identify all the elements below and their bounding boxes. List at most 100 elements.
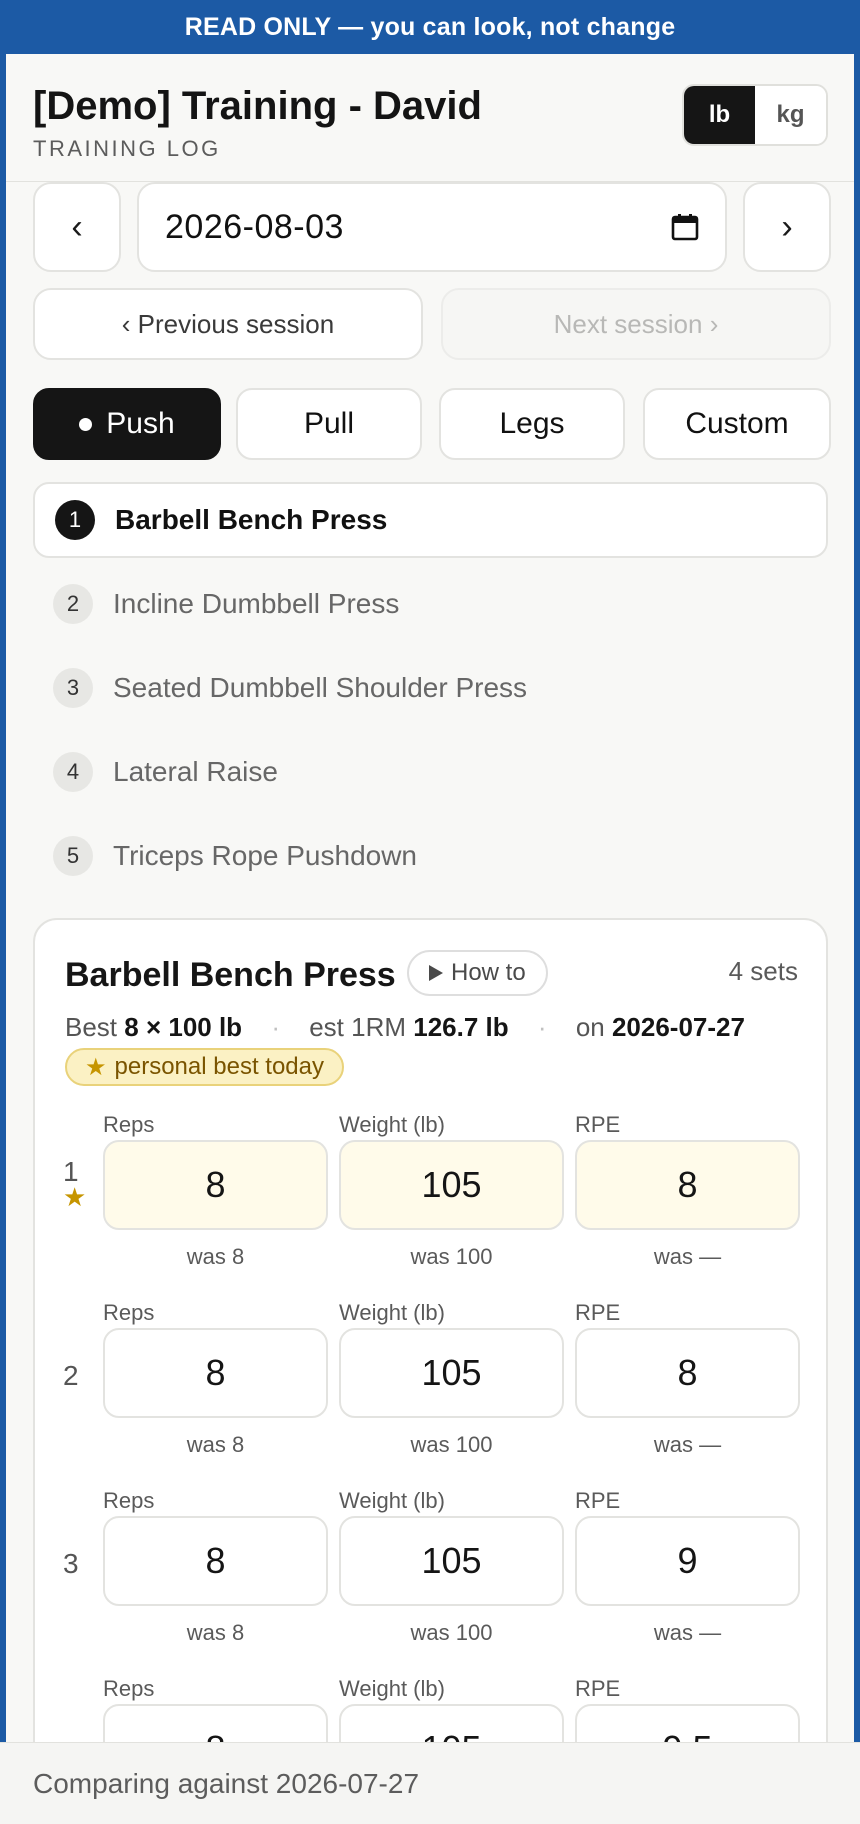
next-session-button: Next session › <box>441 288 831 360</box>
set-row: 3 Reps Weight (lb) RPE 8 105 9 was 8 was… <box>35 1488 826 1676</box>
play-icon <box>429 965 443 981</box>
exercise-number: 5 <box>53 836 93 876</box>
previous-session-button[interactable]: ‹ Previous session <box>33 288 423 360</box>
set-row: 4 Reps Weight (lb) RPE 8 105 9.5 <box>35 1676 826 1742</box>
main-content: ‹ 2026-08-03 › ‹ Previous session Next s… <box>6 182 854 1742</box>
rpe-label: RPE <box>575 1300 621 1325</box>
card-title: Barbell Bench Press <box>65 956 396 994</box>
exercise-card: Barbell Bench Press How to 4 sets Best 8… <box>33 918 828 1742</box>
exercise-item[interactable]: 3 Seated Dumbbell Shoulder Press <box>33 650 828 726</box>
unit-kg-button[interactable]: kg <box>755 86 826 144</box>
reps-label: Reps <box>103 1676 155 1701</box>
date-value: 2026-08-03 <box>165 207 344 246</box>
reps-label: Reps <box>103 1300 155 1325</box>
exercise-number: 4 <box>53 752 93 792</box>
page-subtitle: TRAINING LOG <box>33 136 221 161</box>
exercise-name: Seated Dumbbell Shoulder Press <box>113 672 528 703</box>
previous-weight: was 100 <box>410 1244 493 1269</box>
comparison-footer: Comparing against 2026-07-27 <box>0 1742 860 1824</box>
reps-input[interactable]: 8 <box>103 1140 328 1230</box>
rpe-input[interactable]: 8 <box>575 1328 800 1418</box>
separator-dot: · <box>271 1012 280 1042</box>
frame-border-right <box>854 54 860 1744</box>
est-1rm-label: est 1RM <box>309 1012 407 1042</box>
page-title: [Demo] Training - David <box>33 84 482 128</box>
previous-weight: was 100 <box>410 1620 493 1645</box>
rpe-label: RPE <box>575 1488 621 1513</box>
previous-rpe: was — <box>653 1432 722 1457</box>
weight-label: Weight (lb) <box>339 1112 445 1137</box>
exercise-number: 3 <box>53 668 93 708</box>
reps-label: Reps <box>103 1112 155 1137</box>
best-summary: Best 8 × 100 lb · est 1RM 126.7 lb · on … <box>65 1012 745 1043</box>
previous-rpe: was — <box>653 1244 722 1269</box>
reps-input[interactable]: 8 <box>103 1704 328 1742</box>
rpe-input[interactable]: 9 <box>575 1516 800 1606</box>
previous-weight: was 100 <box>410 1432 493 1457</box>
separator-dot: · <box>537 1012 547 1042</box>
pb-star-icon: ★ <box>63 1182 87 1212</box>
calendar-icon[interactable] <box>671 213 699 241</box>
session-navigation: ‹ Previous session Next session › <box>33 288 831 360</box>
weight-input[interactable]: 105 <box>339 1140 564 1230</box>
type-legs-button[interactable]: Legs <box>439 388 625 460</box>
set-number: 3 <box>63 1548 79 1579</box>
prev-day-button[interactable]: ‹ <box>33 182 121 272</box>
set-row: 2 Reps Weight (lb) RPE 8 105 8 was 8 was… <box>35 1300 826 1488</box>
personal-best-label: personal best today <box>114 1053 324 1080</box>
exercise-number: 1 <box>55 500 95 540</box>
exercise-name: Incline Dumbbell Press <box>113 588 400 619</box>
type-custom-button[interactable]: Custom <box>643 388 831 460</box>
previous-rpe: was — <box>653 1620 722 1645</box>
exercise-number: 2 <box>53 584 93 624</box>
exercise-item[interactable]: 5 Triceps Rope Pushdown <box>33 818 828 894</box>
on-label: on <box>575 1012 605 1042</box>
how-to-button[interactable]: How to <box>407 950 548 996</box>
exercise-name: Lateral Raise <box>113 756 278 787</box>
weight-input[interactable]: 105 <box>339 1516 564 1606</box>
exercise-name: Triceps Rope Pushdown <box>113 840 418 871</box>
active-dot-icon <box>79 417 93 431</box>
previous-reps: was 8 <box>186 1620 245 1645</box>
on-date-value: 2026-07-27 <box>611 1012 745 1042</box>
rpe-input[interactable]: 8 <box>575 1140 800 1230</box>
best-value: 8 × 100 lb <box>124 1012 243 1042</box>
exercise-item[interactable]: 1 Barbell Bench Press <box>33 482 828 558</box>
previous-reps: was 8 <box>186 1244 245 1269</box>
weight-input[interactable]: 105 <box>339 1328 564 1418</box>
exercise-item[interactable]: 2 Incline Dumbbell Press <box>33 566 828 642</box>
next-day-button[interactable]: › <box>743 182 831 272</box>
star-icon: ★ <box>85 1053 107 1081</box>
read-only-banner: READ ONLY — you can look, not change <box>0 0 860 54</box>
est-1rm-value: 126.7 lb <box>413 1012 509 1042</box>
best-label: Best <box>65 1012 118 1042</box>
rpe-input[interactable]: 9.5 <box>575 1704 800 1742</box>
set-number: 2 <box>63 1360 79 1391</box>
exercise-name: Barbell Bench Press <box>115 504 388 535</box>
set-row: 1 ★ Reps Weight (lb) RPE 8 105 8 was 8 w… <box>35 1112 826 1300</box>
app-header: [Demo] Training - David TRAINING LOG lb … <box>6 54 854 182</box>
weight-label: Weight (lb) <box>339 1488 445 1513</box>
date-input[interactable]: 2026-08-03 <box>137 182 727 272</box>
previous-reps: was 8 <box>186 1432 245 1457</box>
personal-best-badge: ★ personal best today <box>65 1048 344 1086</box>
unit-toggle: lb kg <box>682 84 828 146</box>
reps-label: Reps <box>103 1488 155 1513</box>
type-push-label: Push <box>106 407 175 440</box>
frame-border-left <box>0 54 6 1744</box>
type-pull-button[interactable]: Pull <box>236 388 422 460</box>
weight-input[interactable]: 105 <box>339 1704 564 1742</box>
sets-count: 4 sets <box>728 956 798 986</box>
unit-lb-button[interactable]: lb <box>684 86 755 144</box>
how-to-label: How to <box>451 959 526 986</box>
reps-input[interactable]: 8 <box>103 1516 328 1606</box>
date-navigation: ‹ 2026-08-03 › <box>33 182 831 272</box>
rpe-label: RPE <box>575 1112 621 1137</box>
reps-input[interactable]: 8 <box>103 1328 328 1418</box>
type-push-button[interactable]: Push <box>33 388 221 460</box>
weight-label: Weight (lb) <box>339 1676 445 1701</box>
workout-type-selector: Push Pull Legs Custom <box>33 388 831 460</box>
weight-label: Weight (lb) <box>339 1300 445 1325</box>
rpe-label: RPE <box>575 1676 621 1701</box>
exercise-item[interactable]: 4 Lateral Raise <box>33 734 828 810</box>
